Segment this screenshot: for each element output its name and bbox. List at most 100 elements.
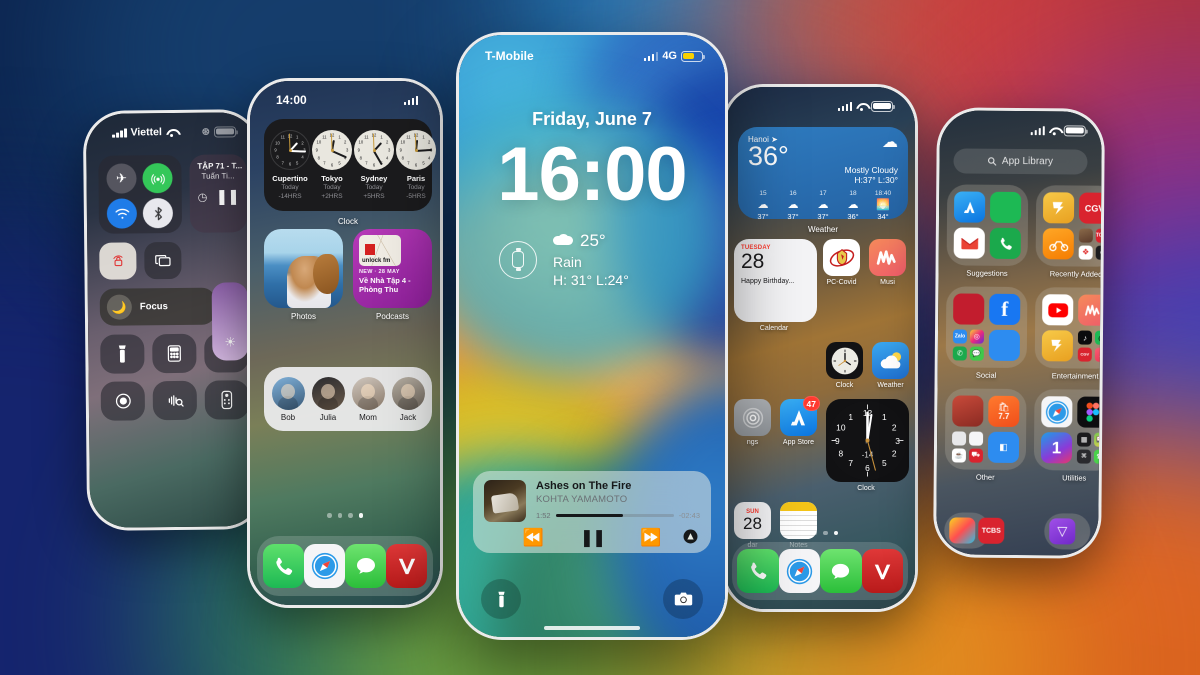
weather-condition: Mostly Cloudy [844,165,898,175]
cellular-data-icon[interactable] [142,163,173,194]
app-weather[interactable]: Weather [872,342,909,389]
red-app-icon[interactable] [386,544,427,588]
rotation-lock-icon[interactable] [99,242,137,280]
control-center-screen: Viettel ⊛ ✈ TẬP 71 - T... Tuấn Ti... ◷ ❚… [85,112,263,528]
messages-app-icon[interactable] [345,544,386,588]
record-icon[interactable] [100,381,146,421]
phone-control-center[interactable]: Viettel ⊛ ✈ TẬP 71 - T... Tuấn Ti... ◷ ❚… [82,109,266,531]
page-dot[interactable] [823,530,828,535]
page-dots-phone4[interactable] [725,530,915,535]
remote-icon[interactable] [204,380,250,420]
contact-item[interactable]: Jack [391,376,425,422]
home-indicator[interactable] [544,626,640,630]
flashlight-icon[interactable] [100,334,145,374]
app-clock[interactable]: Clock [826,342,863,389]
media-title: TẬP 71 - T... [197,161,243,171]
airplane-mode-icon[interactable]: ✈ [106,163,137,194]
contact-name: Julia [319,412,337,422]
library-category-suggestions[interactable]: Suggestions [946,184,1029,278]
progress-slider[interactable] [555,514,674,517]
camera-button[interactable] [663,579,703,619]
phone-app-library[interactable]: App Library Suggestions CGV TCBS ❖ ⊕ Rec… [933,107,1105,559]
airplay-icon[interactable] [683,529,698,548]
clock-widget[interactable]: 1212 325 678 9101 P -14 Clock [826,399,909,492]
contact-item[interactable]: Bob [271,376,305,422]
app-label: Weather [877,382,904,389]
contact-name: Mom [359,412,377,422]
page-dot[interactable] [802,530,807,535]
library-bottom-partial[interactable]: TCBS [944,512,1005,549]
library-category-other[interactable]: 🛍 7.7 ☕ ⛟ ◧ Other [944,388,1027,482]
pause-icon[interactable]: ❚❚ [580,528,606,548]
dock-phone2[interactable] [257,536,433,596]
rain-cloud-icon: '''' [553,234,573,250]
brightness-slider[interactable]: ☀ [211,282,249,361]
library-category-utilities[interactable]: 1 ▦ 🍱 ⌘ ☎ Utilities [1033,389,1102,483]
now-playing-tile[interactable]: TẬP 71 - T... Tuấn Ti... ◷ ❚❚ [189,154,248,233]
timer-icon[interactable]: ◷ [198,190,208,203]
calendar-widget[interactable]: TUESDAY 28 Happy Birthday... Calendar [734,239,817,332]
hour-time: 15 [759,190,767,197]
page-dot[interactable] [337,513,342,518]
elapsed-time: 1:52 [536,511,551,520]
phone-widgets-home[interactable]: 14:00 123456789101112 Cupertino Today -1… [247,78,443,608]
fast-forward-icon[interactable]: ⏩ [640,528,661,548]
phone-app-icon[interactable] [263,544,304,588]
page-dot[interactable] [833,530,838,535]
pause-icon[interactable]: ❚❚ [215,187,238,205]
track-title: Ashes on The Fire [536,480,632,492]
hour-time: 18 [849,190,857,197]
safari-app-icon[interactable] [778,549,820,593]
red-app-icon[interactable] [861,549,903,593]
hour-temp: 37° [757,212,769,221]
control-center-panel[interactable]: ✈ TẬP 71 - T... Tuấn Ti... ◷ ❚❚ ☀ 🌙 Focu… [86,154,262,522]
phone-home-screen[interactable]: Hanoi ➤ 36° ☁ Mostly Cloudy H:37° L:30° … [722,84,918,612]
page-dot[interactable] [348,513,353,518]
contact-item[interactable]: Mom [351,376,385,422]
page-dot[interactable] [812,530,817,535]
calendar-widget-label: Calendar [759,325,789,332]
library-bottom-partial-2[interactable]: ▽ [1044,513,1091,550]
dock-phone4[interactable] [732,542,908,600]
calendar-date: 28 [741,250,765,273]
app-app-store[interactable]: 47 App Store [780,396,820,446]
app-pc-covid[interactable]: PC-Covid [823,239,860,286]
now-playing-widget[interactable]: Ashes on The Fire KOHTA YAMAMOTO 1:52 -0… [473,471,711,553]
calculator-icon[interactable] [152,333,197,374]
shazam-icon[interactable] [152,380,198,421]
app-musi[interactable]: Musi [869,239,906,286]
secondary-toggles-row[interactable] [99,241,247,280]
library-category-recently-added[interactable]: CGV TCBS ❖ ⊕ Recently Added [1035,185,1102,279]
podcast-artwork: unlock fm [359,235,401,266]
library-category-entertainment[interactable]: ♪ ◉ CGV ♫ Entertainment [1034,287,1102,381]
app-settings[interactable]: ngs [734,399,771,446]
weather-hour: 16 ☁ 37° [778,190,808,221]
page-dots-phone2[interactable] [250,513,440,518]
flashlight-button[interactable] [481,579,521,619]
rewind-icon[interactable]: ⏪ [523,528,544,548]
phone-lock-screen[interactable]: T-Mobile 4G Friday, June 7 16:00 '''' 25… [456,32,728,640]
world-clock-city: 123456789101112 Cupertino Today -14HRS [270,130,310,211]
focus-tile[interactable]: 🌙 Focus [99,287,217,326]
safari-app-icon[interactable] [304,544,345,588]
search-input[interactable]: App Library [953,148,1088,175]
hour-icon: ☁ [787,199,799,211]
contacts-widget[interactable]: Bob Julia Mom Jack [264,367,432,431]
screen-mirroring-icon[interactable] [144,241,182,280]
wifi-toggle-icon[interactable] [106,198,138,229]
page-dot[interactable] [358,513,363,518]
apple-watch-icon[interactable] [499,240,537,279]
messages-app-icon[interactable] [820,549,862,593]
focus-label: Focus [139,301,168,313]
connectivity-tile[interactable]: ✈ [98,154,183,234]
battery-icon [1063,124,1086,137]
lock-screen-widgets[interactable]: '''' 25° Rain H: 31° L:24° [499,231,629,288]
library-category-social[interactable]: f Zalo ◎ ✆ 💬 Social [945,286,1028,380]
photos-widget[interactable]: Photos [264,229,343,321]
hour-icon: ☁ [847,199,859,211]
bluetooth-toggle-icon[interactable] [142,198,174,229]
phone-app-icon[interactable] [737,549,779,593]
podcasts-widget[interactable]: unlock fm NEW · 28 MAY Về Nhà Tập 4 - Ph… [353,229,432,321]
page-dot[interactable] [327,513,332,518]
contact-item[interactable]: Julia [311,376,345,422]
